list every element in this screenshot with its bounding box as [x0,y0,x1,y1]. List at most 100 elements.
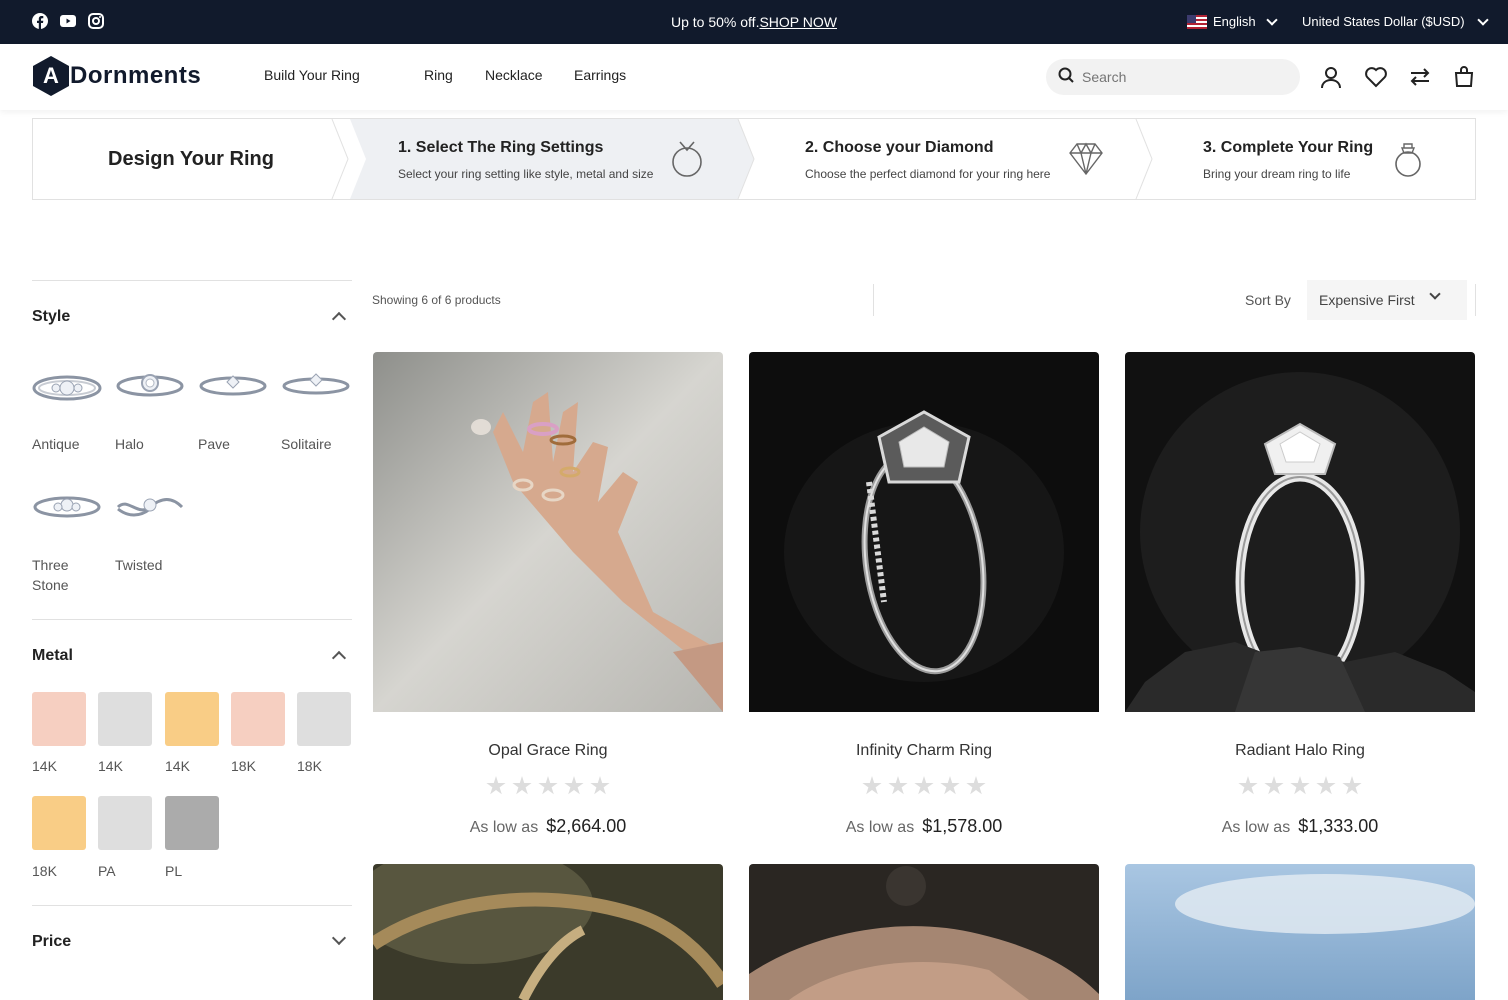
style-option-halo[interactable] [115,366,185,406]
style-label: Pave [198,436,230,452]
metal-swatch[interactable] [297,692,351,746]
style-option-antique[interactable] [32,366,102,406]
style-label: Solitaire [281,436,332,452]
product-card[interactable]: Opal Grace Ring As low as $2,664.00 [373,352,723,836]
product-name[interactable]: Opal Grace Ring [373,742,723,760]
metal-swatch[interactable] [98,796,152,850]
star-icon [590,776,610,795]
chevron-up-icon[interactable] [331,311,347,327]
ring-three-stone-icon [32,487,102,527]
chevron-up-icon[interactable] [331,650,347,666]
currency-selector[interactable]: United States Dollar ($USD) [1302,13,1489,29]
sort-value: Expensive First [1319,292,1415,308]
ring-icon [670,139,704,184]
star-icon [538,776,558,795]
shop-now-link[interactable]: SHOP NOW [759,14,837,30]
product-image-hand-rings[interactable] [373,352,723,712]
wishlist-heart-icon[interactable] [1364,65,1388,89]
product-price: As low as $1,578.00 [749,816,1099,837]
product-card[interactable] [749,864,1099,1000]
style-option-three-stone[interactable] [32,487,102,527]
price-prefix: As low as [845,819,915,836]
product-image-solitaire-ring[interactable] [1125,352,1475,712]
cart-bag-icon[interactable] [1452,65,1476,89]
price-value: $1,578.00 [922,816,1003,836]
price-value: $1,333.00 [1298,816,1379,836]
metal-swatch[interactable] [32,796,86,850]
star-icon [862,776,882,795]
logo-mark: A [33,56,69,96]
filter-metal-heading[interactable]: Metal [32,647,73,665]
nav-necklace[interactable]: Necklace [485,67,543,83]
ring-builder-steps: Design Your Ring 1. Select The Ring Sett… [32,118,1476,200]
product-card[interactable]: Radiant Halo Ring As low as $1,333.00 [1125,352,1475,836]
site-header: A Dornments Build Your Ring Ring Necklac… [0,44,1508,110]
search-input[interactable] [1082,69,1282,85]
product-name[interactable]: Infinity Charm Ring [749,742,1099,760]
step-title: 2. Choose your Diamond [805,139,994,156]
product-image-halo-ring[interactable] [749,352,1099,712]
star-icon [1342,776,1362,795]
product-card[interactable]: Infinity Charm Ring As low as $1,578.00 [749,352,1099,836]
divider [32,619,352,620]
divider [32,280,352,281]
star-icon [914,776,934,795]
star-icon [888,776,908,795]
star-icon [1238,776,1258,795]
metal-swatch[interactable] [32,692,86,746]
step-choose-diamond[interactable]: 2. Choose your Diamond Choose the perfec… [805,119,1145,199]
style-option-solitaire[interactable] [281,366,351,406]
filter-style-heading[interactable]: Style [32,308,70,326]
price-prefix: As low as [469,819,539,836]
filter-price-heading[interactable]: Price [32,933,71,951]
star-icon [564,776,584,795]
divider [873,284,874,316]
step-subtitle: Choose the perfect diamond for your ring… [805,167,1051,181]
metal-label: 18K [32,863,57,879]
nav-ring[interactable]: Ring [424,67,453,83]
product-card[interactable] [1125,864,1475,1000]
style-option-pave[interactable] [198,366,268,406]
product-card[interactable] [373,864,723,1000]
language-label: English [1213,14,1256,29]
account-icon[interactable] [1319,65,1343,89]
star-rating [1125,776,1475,796]
price-value: $2,664.00 [546,816,627,836]
chevron-down-icon[interactable] [331,930,347,946]
chevron-down-icon [1429,288,1441,300]
metal-swatch[interactable] [165,692,219,746]
metal-label: 18K [297,758,322,774]
nav-earrings[interactable]: Earrings [574,67,626,83]
style-label: Antique [32,436,80,452]
ring-complete-icon [1393,139,1423,184]
search-icon [1058,67,1074,88]
sort-label: Sort By [1245,292,1291,308]
metal-swatch[interactable] [98,692,152,746]
result-count: Showing 6 of 6 products [372,293,501,307]
logo-text: Dornments [70,62,202,89]
product-image-gold-ring[interactable] [373,864,723,1000]
star-icon [940,776,960,795]
metal-label: PA [98,863,116,879]
product-name[interactable]: Radiant Halo Ring [1125,742,1475,760]
step-subtitle: Bring your dream ring to life [1203,167,1351,181]
star-rating [749,776,1099,796]
star-icon [512,776,532,795]
star-icon [1316,776,1336,795]
metal-swatch[interactable] [231,692,285,746]
step-select-settings[interactable]: 1. Select The Ring Settings Select your … [398,119,728,199]
nav-build-your-ring[interactable]: Build Your Ring [264,67,360,83]
metal-swatch[interactable] [165,796,219,850]
step-complete-ring[interactable]: 3. Complete Your Ring Bring your dream r… [1203,119,1477,199]
product-image-sky[interactable] [1125,864,1475,1000]
compare-arrows-icon[interactable] [1408,65,1432,89]
style-option-twisted[interactable] [115,487,185,527]
product-image-hand-closeup[interactable] [749,864,1099,1000]
announcement-bar: Up to 50% off.SHOP NOW English United St… [0,0,1508,44]
sort-select[interactable]: Expensive First [1307,280,1467,320]
ring-solitaire-icon [281,366,351,406]
language-selector[interactable]: English [1187,13,1278,29]
site-logo[interactable]: A Dornments [33,56,201,96]
style-label: Halo [115,436,144,452]
step-title: 3. Complete Your Ring [1203,139,1374,156]
